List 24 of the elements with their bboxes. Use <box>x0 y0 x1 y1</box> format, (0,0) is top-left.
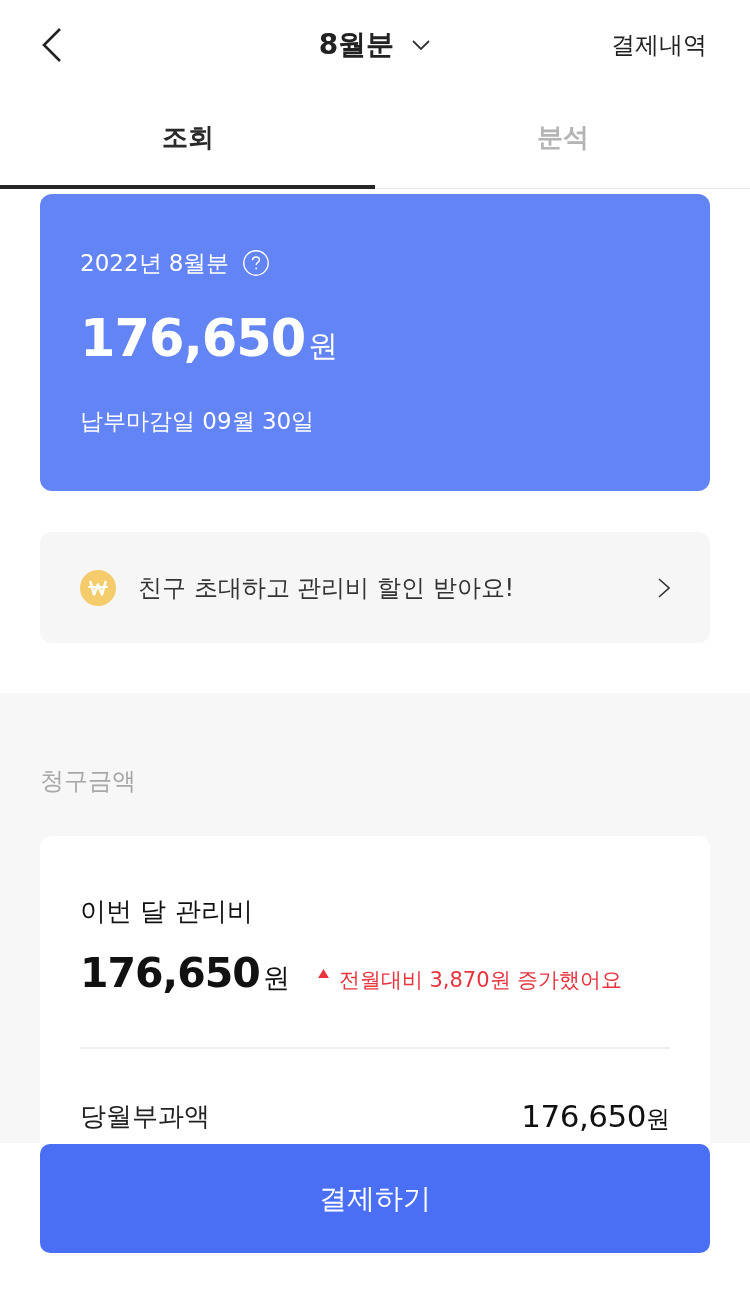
back-button[interactable] <box>42 27 64 63</box>
caret-icon <box>412 40 431 50</box>
change-text: 전월대비 3,870원 증가했어요 <box>338 967 623 994</box>
amount-value: 176,650 <box>80 308 306 370</box>
promo-banner[interactable]: 친구 초대하고 관리비 할인 받아요! <box>40 532 710 643</box>
pay-button[interactable]: 결제하기 <box>40 1144 710 1253</box>
payment-history-link[interactable]: 결제내역 <box>611 28 707 62</box>
currency-unit: 원 <box>308 327 339 365</box>
currency-unit: 원 <box>646 1104 670 1135</box>
back-icon <box>42 28 62 62</box>
promo-text: 친구 초대하고 관리비 할인 받아요! <box>138 572 516 604</box>
card-title: 이번 달 관리비 <box>80 895 254 928</box>
billing-period: 2022년 8월분 <box>80 249 230 278</box>
currency-unit: 원 <box>262 961 290 995</box>
amount-value: 176,650 <box>521 1097 646 1136</box>
help-icon[interactable] <box>243 250 270 276</box>
section-title: 청구금액 <box>40 766 137 797</box>
due-date: 납부마감일 09월 30일 <box>80 407 316 436</box>
won-coin-icon <box>80 569 116 606</box>
month-selector[interactable]: 8월분 <box>318 27 431 63</box>
chevron-right-icon <box>658 577 670 598</box>
amount-value: 176,650 <box>80 948 260 999</box>
tab[interactable]: 조회 <box>0 90 375 189</box>
row-label: 당월부과액 <box>80 1100 210 1133</box>
